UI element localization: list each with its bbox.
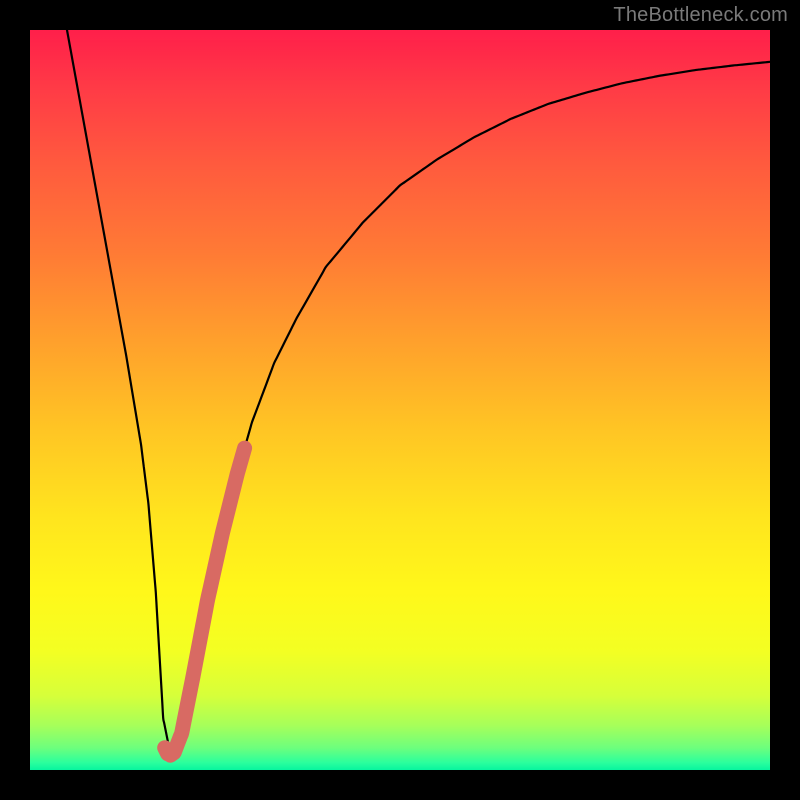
chart-frame: TheBottleneck.com [0,0,800,800]
chart-svg [30,30,770,770]
watermark-text: TheBottleneck.com [613,4,788,27]
plot-area [30,30,770,770]
bottleneck-curve [67,30,770,755]
highlight-marker [165,448,245,755]
